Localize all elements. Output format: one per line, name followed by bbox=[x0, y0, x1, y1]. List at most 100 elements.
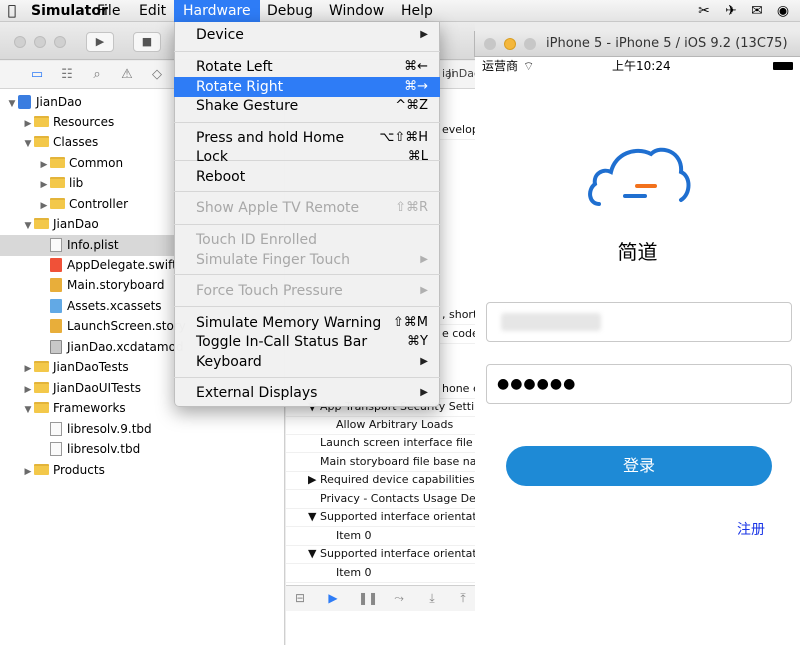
menu-help[interactable]: Help bbox=[392, 0, 442, 22]
menu-item-toggle-in-call-status-bar[interactable]: Toggle In-Call Status Bar ⌘Y bbox=[174, 332, 440, 352]
chat-icon[interactable]: ✉ bbox=[748, 3, 766, 19]
menu-item-show-apple-tv-remote: Show Apple TV Remote ⇧⌘R bbox=[174, 198, 440, 218]
disclosure-triangle-icon[interactable]: ▶ bbox=[38, 175, 50, 194]
submenu-arrow-icon: ▶ bbox=[420, 285, 428, 296]
scissors-icon[interactable]: ✂ bbox=[695, 3, 713, 19]
app-name: 简道 bbox=[617, 240, 658, 264]
login-button[interactable]: 登录 bbox=[506, 446, 772, 486]
airplane-icon[interactable]: ✈ bbox=[722, 3, 740, 19]
menu-item-simulate-memory-warning[interactable]: Simulate Memory Warning ⇧⌘M bbox=[174, 313, 440, 333]
menu-item-rotate-right[interactable]: Rotate Right ⌘→ bbox=[174, 77, 440, 97]
issue-navigator-icon[interactable]: ⚠ bbox=[118, 66, 136, 84]
submenu-arrow-icon: ▶ bbox=[420, 29, 428, 40]
menu-item-reboot[interactable]: Reboot bbox=[174, 167, 440, 187]
username-field[interactable] bbox=[486, 302, 792, 342]
swift-file-icon bbox=[50, 258, 62, 272]
disclosure-triangle-icon[interactable]: ▼ bbox=[22, 216, 34, 235]
menu-item-shake-gesture[interactable]: Shake Gesture ^⌘Z bbox=[174, 96, 440, 116]
disclosure-triangle-icon[interactable]: ▶ bbox=[22, 380, 34, 399]
menu-item-keyboard[interactable]: Keyboard ▶ bbox=[174, 352, 440, 372]
plist-row[interactable]: Allow Arbitrary Loads bbox=[286, 416, 475, 435]
folder-icon bbox=[50, 177, 65, 188]
menu-item-shortcut: ⌘→ bbox=[404, 79, 428, 94]
stop-button[interactable]: ■ bbox=[133, 32, 161, 52]
project-navigator-icon[interactable]: ▭ bbox=[28, 66, 46, 84]
plist-row[interactable]: ▶ Required device capabilities bbox=[286, 471, 475, 490]
folder-icon bbox=[50, 198, 65, 209]
breakpoint-icon[interactable]: ▶ bbox=[325, 590, 341, 606]
minimize-simulator-button[interactable] bbox=[504, 38, 516, 50]
menu-hardware[interactable]: Hardware bbox=[174, 0, 260, 22]
zoom-simulator-button[interactable] bbox=[524, 38, 536, 50]
close-simulator-button[interactable] bbox=[484, 38, 496, 50]
step-out-icon[interactable]: ⤒ bbox=[455, 590, 471, 606]
menu-item-touch-id-enrolled: Touch ID Enrolled bbox=[174, 230, 440, 250]
menu-window[interactable]: Window bbox=[320, 0, 393, 22]
zoom-window-button[interactable] bbox=[54, 36, 66, 48]
disclosure-triangle-icon[interactable]: ▶ bbox=[38, 196, 50, 215]
find-navigator-icon[interactable]: ⌕ bbox=[88, 66, 106, 84]
navigator-row-label: JianDao bbox=[36, 95, 82, 109]
disclosure-triangle-icon[interactable]: ▼ bbox=[22, 400, 34, 419]
plist-row[interactable]: ▼ Supported interface orientati bbox=[286, 508, 475, 527]
menu-file[interactable]: File bbox=[88, 0, 129, 22]
menu-item-external-displays[interactable]: External Displays ▶ bbox=[174, 383, 440, 403]
step-into-icon[interactable]: ⤓ bbox=[424, 590, 440, 606]
test-navigator-icon[interactable]: ◇ bbox=[148, 66, 166, 84]
menu-item-rotate-left[interactable]: Rotate Left ⌘← bbox=[174, 57, 440, 77]
folder-icon bbox=[34, 136, 49, 147]
menu-separator bbox=[174, 306, 440, 307]
password-mask: ●●●●●● bbox=[497, 376, 577, 392]
file-icon bbox=[50, 238, 62, 252]
plist-row[interactable]: Launch screen interface file bbox=[286, 434, 475, 453]
storyboard-icon bbox=[50, 278, 62, 292]
close-window-button[interactable] bbox=[14, 36, 26, 48]
disclosure-triangle-icon[interactable]: ▶ bbox=[22, 359, 34, 378]
menu-item-label: Lock bbox=[196, 149, 228, 165]
plist-row[interactable]: ▼ Supported interface orientati bbox=[286, 545, 475, 564]
navigator-row-label: Controller bbox=[69, 197, 129, 211]
symbol-navigator-icon[interactable]: ☷ bbox=[58, 66, 76, 84]
plist-row[interactable]: Main storyboard file base nar bbox=[286, 453, 475, 472]
data-model-icon bbox=[50, 340, 62, 354]
menu-item-label: Toggle In-Call Status Bar bbox=[196, 334, 368, 350]
app-menu-icon[interactable]: ◉ bbox=[774, 3, 792, 19]
simulator-title: iPhone 5 - iPhone 5 / iOS 9.2 (13C75) bbox=[546, 36, 788, 51]
apple-icon[interactable]:  bbox=[3, 3, 21, 19]
disclosure-triangle-icon[interactable]: ▼ bbox=[6, 94, 18, 113]
disclosure-triangle-icon[interactable]: ▼ bbox=[22, 134, 34, 153]
navigator-row-label: Products bbox=[53, 463, 105, 477]
blurred-username bbox=[501, 313, 601, 331]
jump-bar-crumb-2[interactable]: Ji bbox=[448, 67, 454, 80]
run-button[interactable]: ▶ bbox=[86, 32, 114, 52]
menu-item-label: Touch ID Enrolled bbox=[196, 232, 318, 248]
minimize-window-button[interactable] bbox=[34, 36, 46, 48]
console-toggle-icon[interactable]: ⊟ bbox=[292, 590, 308, 606]
menu-item-shortcut: ⌘Y bbox=[407, 334, 428, 349]
navigator-row[interactable]: libresolv.tbd bbox=[0, 439, 285, 460]
menu-separator bbox=[174, 122, 440, 123]
navigator-row[interactable]: libresolv.9.tbd bbox=[0, 419, 285, 440]
disclosure-triangle-icon[interactable]: ▶ bbox=[38, 155, 50, 174]
plist-row[interactable]: Item 0 bbox=[286, 527, 475, 546]
folder-icon bbox=[34, 382, 49, 393]
menu-edit[interactable]: Edit bbox=[130, 0, 175, 22]
menu-item-lock[interactable]: Lock ⌘L bbox=[174, 147, 440, 167]
pause-icon[interactable]: ❚❚ bbox=[358, 590, 378, 606]
disclosure-triangle-icon[interactable]: ▶ bbox=[22, 114, 34, 133]
register-link[interactable]: 注册 bbox=[737, 519, 765, 539]
step-over-icon[interactable]: ⤳ bbox=[391, 590, 407, 606]
password-field[interactable]: ●●●●●● bbox=[486, 364, 792, 404]
disclosure-triangle-icon[interactable]: ▶ bbox=[22, 462, 34, 481]
navigator-row[interactable]: ▶ Products bbox=[0, 460, 285, 481]
plist-row[interactable]: Item 0 bbox=[286, 564, 475, 583]
menu-separator bbox=[174, 377, 440, 378]
plist-row[interactable]: Privacy - Contacts Usage De bbox=[286, 490, 475, 509]
menu-debug[interactable]: Debug bbox=[258, 0, 322, 22]
menu-separator bbox=[174, 224, 440, 225]
menu-item-press-and-hold-home[interactable]: Press and hold Home ⌥⇧⌘H bbox=[174, 128, 440, 148]
menu-item-label: Shake Gesture bbox=[196, 98, 299, 114]
navigator-row-label: libresolv.9.tbd bbox=[67, 422, 152, 436]
menu-item-shortcut: ^⌘Z bbox=[395, 98, 428, 113]
menu-item-device[interactable]: Device ▶ bbox=[174, 25, 440, 45]
